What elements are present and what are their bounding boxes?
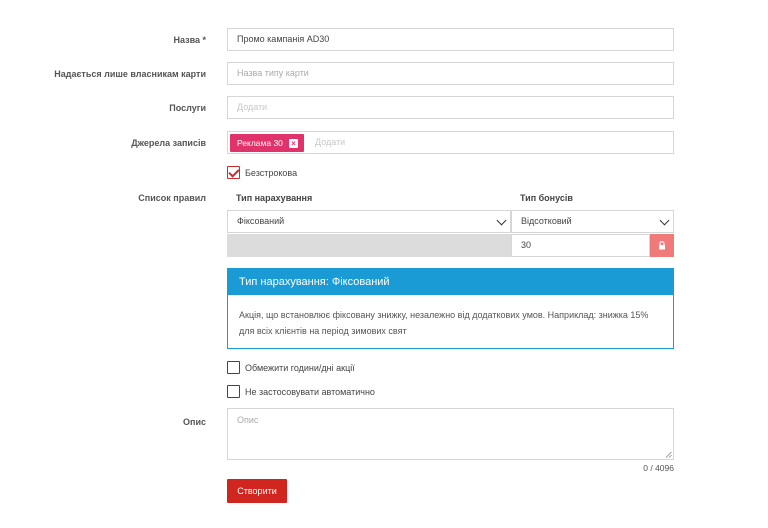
limit-hours-checkbox[interactable]: [227, 361, 240, 374]
bonus-type-select[interactable]: Відсотковий: [511, 210, 674, 233]
accrual-info-panel: Тип нарахування: Фіксований Акція, що вс…: [227, 268, 674, 349]
bonus-type-header: Тип бонусів: [520, 193, 573, 203]
description-counter: 0 / 4096: [643, 463, 674, 473]
accrual-info-text: Акція, що встановлює фіксовану знижку, н…: [239, 310, 649, 336]
unlimited-checkbox[interactable]: [227, 166, 240, 179]
limit-hours-label: Обмежити години/дні акції: [245, 363, 355, 373]
sources-label: Джерела записів: [131, 138, 206, 148]
chevron-down-icon: [659, 215, 670, 226]
name-label: Назва *: [173, 35, 206, 45]
description-placeholder: Опис: [237, 415, 259, 425]
source-chip-label: Реклама 30: [237, 138, 283, 148]
close-icon[interactable]: ×: [288, 138, 298, 148]
bonus-type-value: Відсотковий: [521, 216, 572, 226]
accrual-type-header: Тип нарахування: [236, 193, 313, 203]
lock-button[interactable]: [650, 234, 674, 257]
no-auto-apply-label: Не застосовувати автоматично: [245, 387, 375, 397]
no-auto-apply-checkbox[interactable]: [227, 385, 240, 398]
accrual-type-select[interactable]: Фіксований: [227, 210, 511, 233]
disabled-field: [227, 234, 511, 257]
accrual-type-value: Фіксований: [237, 216, 285, 226]
bonus-value-input[interactable]: 30: [511, 234, 650, 257]
accrual-info-title: Тип нарахування: Фіксований: [228, 269, 673, 295]
source-chip: Реклама 30 ×: [230, 134, 304, 152]
description-textarea[interactable]: Опис: [227, 408, 674, 460]
sources-add-placeholder: Додати: [315, 137, 346, 147]
lock-icon: [659, 241, 665, 250]
name-input[interactable]: Промо кампанія AD30: [227, 28, 674, 51]
services-label: Послуги: [169, 103, 206, 113]
unlimited-label: Безстрокова: [245, 168, 298, 178]
services-input[interactable]: Додати: [227, 96, 674, 119]
rules-label: Список правил: [138, 193, 206, 203]
card-type-input[interactable]: Назва типу карти: [227, 62, 674, 85]
create-button[interactable]: Створити: [227, 479, 287, 503]
chevron-down-icon: [496, 215, 507, 226]
resize-grip-icon[interactable]: [665, 451, 672, 458]
card-owners-label: Надається лише власникам карти: [54, 69, 206, 79]
description-label: Опис: [183, 417, 206, 427]
